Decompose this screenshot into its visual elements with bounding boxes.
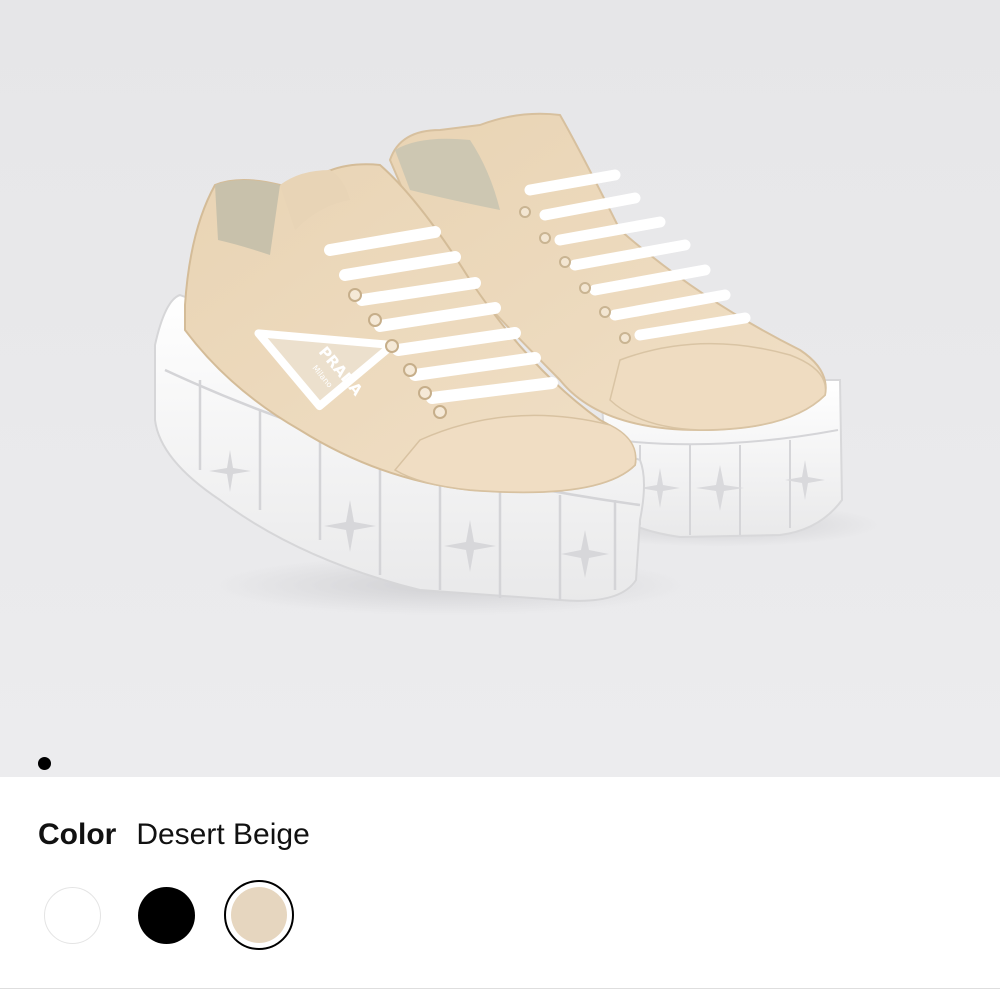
- color-swatch-desert-beige-fill: [231, 887, 287, 943]
- color-swatch-black[interactable]: [138, 887, 195, 944]
- carousel-page-indicator[interactable]: [38, 757, 51, 770]
- product-image: PRADA Milano: [0, 0, 1000, 777]
- color-swatch-white[interactable]: [44, 887, 101, 944]
- color-swatch-desert-beige[interactable]: [224, 880, 294, 950]
- divider: [0, 988, 1000, 989]
- product-image-gallery[interactable]: PRADA Milano: [0, 0, 1000, 777]
- color-selector-header: Color Desert Beige: [38, 818, 310, 852]
- product-page: PRADA Milano Color Desert Beige: [0, 0, 1000, 1000]
- color-label: Color: [38, 818, 117, 851]
- selected-color-name: Desert Beige: [136, 818, 310, 851]
- color-swatches: [38, 880, 338, 950]
